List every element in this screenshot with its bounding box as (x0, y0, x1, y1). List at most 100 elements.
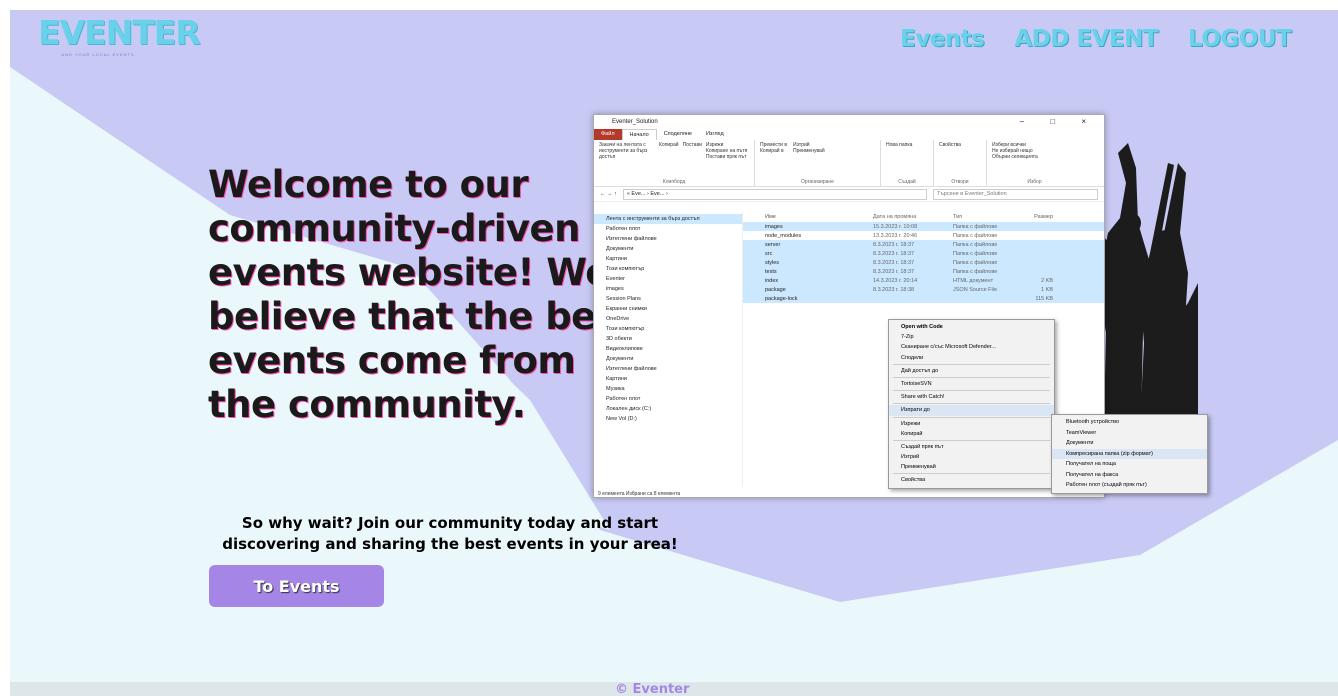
file-row[interactable]: index 14.3.2023 г. 20:14 HTML документ 2 KB (743, 276, 1104, 285)
ribbon-group-label: Отвори (951, 179, 969, 185)
to-events-button[interactable]: To Events (209, 565, 384, 607)
nav-events-link[interactable]: Events (900, 26, 985, 56)
file-date: 15.3.2023 г. 10:08 (873, 223, 918, 230)
file-type: JSON Source File (953, 286, 998, 293)
file-row[interactable]: server 8.3.2023 г. 18:37 Папка с файлове (743, 240, 1104, 249)
sendto-zip[interactable]: Компресирана папка (zip формат) (1052, 448, 1207, 459)
file-row[interactable]: package 8.3.2023 г. 18:38 JSON Source File… (743, 285, 1104, 294)
ctx-send-to[interactable]: Изпрати до (889, 405, 1054, 416)
nav-pane-item[interactable]: OneDrive (594, 314, 742, 324)
ctx-share[interactable]: Сподели (889, 353, 1054, 363)
footer-copyright: © Eventer (615, 682, 690, 696)
file-date: 8.3.2023 г. 18:37 (873, 259, 915, 266)
file-row[interactable]: styles 8.3.2023 г. 18:37 Папка с файлове (743, 258, 1104, 267)
menu-divider (893, 416, 1050, 418)
nav-pane-item[interactable]: Екранни снимки (594, 304, 742, 314)
nav-pane-item[interactable]: Локален диск (C:) (594, 404, 742, 414)
file-size: 115 KB (1035, 295, 1053, 302)
ctx-properties[interactable]: Свойства (889, 475, 1054, 485)
tab-share[interactable]: Споделяне (657, 129, 699, 140)
file-date: 8.3.2023 г. 18:38 (873, 286, 915, 293)
nav-pane-item[interactable]: Session Plans (594, 294, 742, 304)
ctx-copy[interactable]: Копирай (889, 429, 1054, 439)
nav-pane-item[interactable]: Документи (594, 354, 742, 364)
logo[interactable]: EVENTER AND YOUR LOCAL EVENTS (38, 16, 201, 66)
tab-file[interactable]: Файл (594, 129, 622, 140)
nav-pane-item[interactable]: images (594, 284, 742, 294)
navigation-pane: Лента с инструменти за бърз достъп Работ… (594, 212, 743, 487)
column-type[interactable]: Тип (953, 214, 1013, 220)
ctx-tortoisesvn[interactable]: TortoiseSVN (889, 379, 1054, 389)
ribbon-group-label: Избор (1027, 179, 1042, 185)
copy-button[interactable]: Копирай (659, 142, 679, 160)
invert-selection-button[interactable]: Обърни селекцията (992, 154, 1077, 160)
tab-view[interactable]: Изглед (699, 129, 731, 140)
sendto-fax[interactable]: Получател на факса (1052, 470, 1207, 481)
nav-pane-item[interactable]: Картини (594, 254, 742, 264)
nav-pane-item[interactable]: Работен плот (594, 224, 742, 234)
file-type: Папка с файлове (953, 268, 998, 275)
sendto-bluetooth[interactable]: Bluetooth устройство (1052, 417, 1207, 428)
file-type: Папка с файлове (953, 259, 998, 266)
column-date[interactable]: Дата на промяна (873, 214, 953, 220)
ribbon-group-label: Организиране (801, 179, 834, 185)
file-row[interactable]: images 15.3.2023 г. 10:08 Папка с файлове (743, 222, 1104, 231)
nav-pane-item[interactable]: Този компютър (594, 264, 742, 274)
paste-shortcut-button[interactable]: Постави пряк път (706, 154, 747, 160)
nav-pane-item[interactable]: New Vol (D:) (594, 414, 742, 424)
sendto-documents[interactable]: Документи (1052, 438, 1207, 449)
nav-arrows-icon[interactable]: ← → ↑ (600, 191, 617, 197)
file-row[interactable]: package-lock 115 KB (743, 294, 1104, 303)
file-name: server (765, 241, 781, 248)
nav-pane-item[interactable]: 3D обекти (594, 334, 742, 344)
properties-button[interactable]: Свойства (939, 142, 981, 148)
column-size[interactable]: Размер (1013, 214, 1053, 220)
window-controls[interactable]: – □ × (1020, 117, 1098, 126)
ctx-7zip[interactable]: 7-Zip (889, 332, 1054, 342)
nav-pane-item[interactable]: Лента с инструменти за бърз достъп (594, 214, 742, 224)
file-row[interactable]: node_modules 13.3.2023 г. 20:46 Папка с фа… (743, 231, 1104, 240)
sendto-desktop[interactable]: Работен плот (създай пряк път) (1052, 480, 1207, 491)
ribbon-group-create: Нова папка Създай (881, 140, 934, 186)
nav-pane-item[interactable]: Eventer (594, 274, 742, 284)
nav-pane-item[interactable]: Изтеглени файлове (594, 234, 742, 244)
search-input[interactable]: Търсене в Eventer_Solution (933, 188, 1098, 200)
nav-pane-item[interactable]: Видеоклипове (594, 344, 742, 354)
ctx-give-access[interactable]: Дай достъп до (889, 366, 1054, 376)
ribbon-group-organize: Премести в Копирай в Изтрий Преименувай … (755, 140, 881, 186)
file-row[interactable]: tests 8.3.2023 г. 18:37 Папка с файлове (743, 267, 1104, 276)
copy-to-button[interactable]: Копирай в (760, 148, 787, 154)
pin-quick-access-button[interactable]: Закачи на лентата с инструменти за бърз … (599, 142, 655, 160)
main-nav: Events ADD EVENT LOGOUT (900, 26, 1292, 56)
file-date: 13.3.2023 г. 20:46 (873, 232, 918, 239)
paste-button[interactable]: Постави (683, 142, 702, 160)
column-name[interactable]: Име (743, 214, 873, 220)
sendto-mail[interactable]: Получател на поща (1052, 459, 1207, 470)
nav-pane-item[interactable]: Изтеглени файлове (594, 364, 742, 374)
ctx-create-shortcut[interactable]: Създай пряк път (889, 442, 1054, 452)
nav-add-event-link[interactable]: ADD EVENT (1014, 26, 1158, 56)
menu-divider (893, 390, 1050, 392)
nav-logout-link[interactable]: LOGOUT (1188, 26, 1292, 56)
file-type: Папка с файлове (953, 223, 998, 230)
ctx-share-with-catch[interactable]: Share with Catch! (889, 392, 1054, 402)
tab-home[interactable]: Начало (621, 129, 657, 140)
file-name: node_modules (765, 232, 802, 239)
nav-pane-item[interactable]: Този компютър (594, 324, 742, 334)
ctx-rename[interactable]: Преименувай (889, 462, 1054, 472)
nav-pane-item[interactable]: Картини (594, 374, 742, 384)
ctx-open-with-code[interactable]: Open with Code (889, 322, 1054, 332)
nav-pane-item[interactable]: Работен плот (594, 394, 742, 404)
file-row[interactable]: src 8.3.2023 г. 18:37 Папка с файлове (743, 249, 1104, 258)
ctx-cut[interactable]: Изрежи (889, 419, 1054, 429)
ctx-delete[interactable]: Изтрий (889, 452, 1054, 462)
nav-pane-item[interactable]: Музика (594, 384, 742, 394)
new-folder-button[interactable]: Нова папка (886, 142, 928, 148)
menu-divider (893, 376, 1050, 378)
hero-headline: Welcome to our community-driven events w… (208, 163, 635, 426)
address-bar[interactable]: « Eve... › Eve... › (622, 188, 927, 200)
ctx-defender-scan[interactable]: Сканиране с/със Microsoft Defender... (889, 342, 1054, 352)
sendto-teamviewer[interactable]: TeamViewer (1052, 428, 1207, 439)
nav-pane-item[interactable]: Документи (594, 244, 742, 254)
rename-button[interactable]: Преименувай (793, 148, 825, 154)
